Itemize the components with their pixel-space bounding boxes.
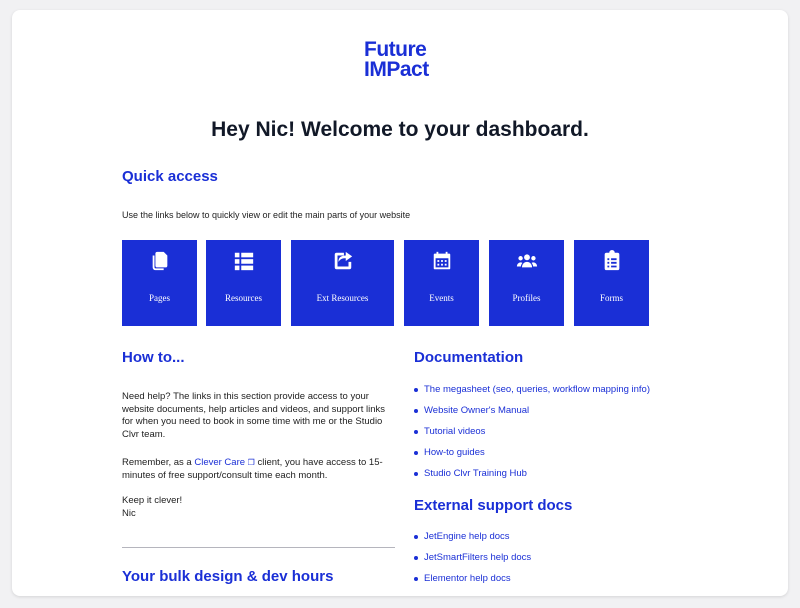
tile-forms[interactable]: Forms [574,240,649,326]
how-to-guides-link[interactable]: How-to guides [424,447,485,458]
signoff-line-1: Keep it clever! [122,495,183,506]
jetsmartfilters-docs-link[interactable]: JetSmartFilters help docs [424,552,531,563]
bullet [414,388,418,392]
tile-label: Resources [225,293,262,303]
list-item: Website Owner's Manual [414,405,650,426]
calendar-icon [433,251,450,270]
quick-access-intro: Use the links below to quickly view or e… [122,210,411,220]
link-text: Clever Care [194,457,246,468]
clever-care-paragraph: Remember, as a Clever Care ❐ client, you… [122,457,397,482]
text: Remember, as a [122,457,195,468]
how-to-intro: Need help? The links in this section pro… [122,391,397,441]
training-hub-link[interactable]: Studio Clvr Training Hub [424,468,527,479]
bullet [414,451,418,455]
bullet [414,430,418,434]
tile-pages[interactable]: Pages [122,240,197,326]
logo-line-1: Future [364,38,427,61]
signoff: Keep it clever! Nic [122,495,397,520]
tile-label: Ext Resources [316,293,369,303]
bulk-hours-title: Your bulk design & dev hours [122,568,334,585]
how-to-title: How to... [122,349,185,366]
welcome-heading: Hey Nic! Welcome to your dashboard. [211,118,589,141]
users-icon [516,254,537,268]
list-icon [234,252,253,271]
clever-care-link[interactable]: Clever Care ❐ [194,457,255,468]
documentation-links: The megasheet (seo, queries, workflow ma… [414,384,650,489]
dashboard-card: Future IMPact Hey Nic! Welcome to your d… [12,10,788,596]
quick-access-tiles: Pages Resources Ext Resources Events Pro… [12,240,788,326]
list-item: Studio Clvr Training Hub [414,468,650,489]
jetengine-docs-link[interactable]: JetEngine help docs [424,531,510,542]
tile-profiles[interactable]: Profiles [489,240,564,326]
external-link-icon: ❐ [247,458,255,467]
pages-icon [152,251,167,271]
megasheet-link[interactable]: The megasheet (seo, queries, workflow ma… [424,384,650,395]
list-item: The megasheet (seo, queries, workflow ma… [414,384,650,405]
list-item: Tutorial videos [414,426,650,447]
tile-events[interactable]: Events [404,240,479,326]
tile-label: Profiles [512,293,541,303]
logo-line-2: IMPact [364,58,429,81]
quick-access-title: Quick access [122,168,218,185]
external-support-title: External support docs [414,497,573,514]
tile-ext-resources[interactable]: Ext Resources [291,240,394,326]
list-item: How-to guides [414,447,650,468]
signoff-line-2: Nic [122,507,136,519]
external-support-links: JetEngine help docs JetSmartFilters help… [414,531,531,594]
tile-resources[interactable]: Resources [206,240,281,326]
bullet [414,577,418,581]
tile-label: Forms [599,293,623,303]
list-item: Elementor help docs [414,573,531,594]
future-impact-logo[interactable]: Future IMPact [364,38,454,92]
documentation-title: Documentation [414,349,524,366]
owners-manual-link[interactable]: Website Owner's Manual [424,405,529,416]
tile-label: Events [429,293,454,303]
bullet [414,472,418,476]
list-item: JetEngine help docs [414,531,531,552]
how-to-paragraph: Need help? The links in this section pro… [122,391,385,440]
elementor-docs-link[interactable]: Elementor help docs [424,573,511,584]
bullet [414,556,418,560]
bullet [414,409,418,413]
clipboard-icon [604,250,619,271]
section-divider [122,547,395,548]
bullet [414,535,418,539]
clever-care-note: Remember, as a Clever Care ❐ client, you… [122,457,397,482]
tutorial-videos-link[interactable]: Tutorial videos [424,426,485,437]
list-item: JetSmartFilters help docs [414,552,531,573]
tile-label: Pages [149,293,170,303]
share-icon [334,251,352,270]
